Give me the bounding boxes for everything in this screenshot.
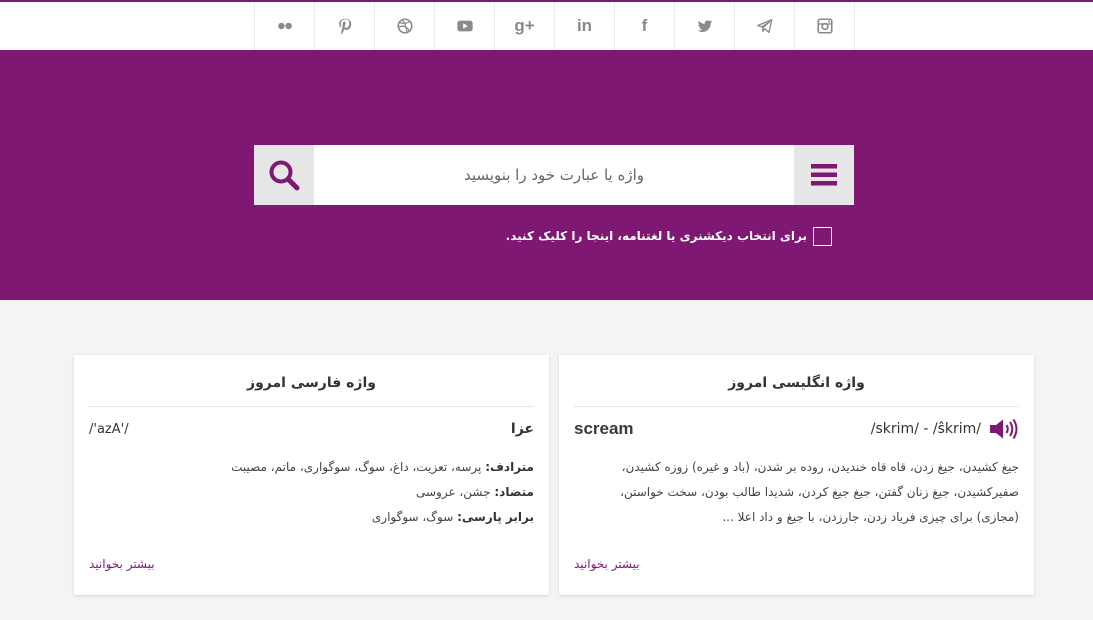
synonyms-label: مترادف:	[485, 460, 534, 474]
synonyms-row: مترادف: پرسه، تعزیت، داغ، سوگ، سوگواری، …	[89, 455, 534, 480]
hamburger-icon	[811, 164, 837, 186]
search-icon	[269, 160, 300, 191]
dictionary-checkbox[interactable]	[813, 226, 832, 246]
persian-word-card: واژه فارسی امروز /'azA'/ عزا مترادف: پرس…	[74, 355, 549, 595]
divider	[574, 406, 1019, 407]
dictionary-selector[interactable]: برای انتخاب دیکشنری یا لغتنامه، اینجا را…	[300, 225, 832, 247]
english-definition: جیغ کشیدن، جیغ زدن، قاه قاه خندیدن، روده…	[620, 460, 1019, 524]
facebook-icon[interactable]: f	[615, 2, 675, 50]
dribbble-icon[interactable]	[375, 2, 435, 50]
antonyms-row: متضاد: جشن، عروسی	[89, 480, 534, 505]
english-word-card: واژه انگلیسی امروز scream /skrim/ - /ŝkr…	[559, 355, 1034, 595]
parsi-row: برابر پارسی: سوگ، سوگواری	[89, 505, 534, 530]
persian-word-row: /'azA'/ عزا	[89, 417, 534, 441]
instagram-icon[interactable]	[795, 2, 855, 50]
parsi-label: برابر پارسی:	[457, 510, 534, 524]
english-word: scream	[574, 419, 634, 438]
pronunciation-group: /skrim/ - /ŝkrim/	[871, 418, 1019, 440]
parsi-value: سوگ، سوگواری	[371, 510, 458, 524]
telegram-icon[interactable]	[735, 2, 795, 50]
twitter-icon[interactable]	[675, 2, 735, 50]
english-pronunciation: /skrim/ - /ŝkrim/	[870, 421, 981, 437]
flickr-icon[interactable]	[255, 2, 315, 50]
persian-pronunciation: /'azA'/	[89, 421, 129, 437]
social-links: g+ in f	[254, 2, 855, 50]
english-read-more-link[interactable]: بیشتر بخوانید	[574, 557, 640, 571]
search-button[interactable]	[254, 145, 314, 205]
persian-word-title: واژه فارسی امروز	[247, 375, 376, 391]
divider	[89, 406, 534, 407]
linkedin-icon[interactable]: in	[555, 2, 615, 50]
dictionary-selector-label: برای انتخاب دیکشنری یا لغتنامه، اینجا را…	[505, 229, 807, 243]
dictionary-menu-button[interactable]	[794, 145, 854, 205]
pinterest-icon[interactable]	[315, 2, 375, 50]
search-bar	[254, 145, 854, 205]
speaker-icon[interactable]	[989, 418, 1019, 440]
antonyms-value: جشن، عروسی	[415, 485, 495, 499]
hero-banner: برای انتخاب دیکشنری یا لغتنامه، اینجا را…	[0, 50, 1093, 300]
google-plus-icon[interactable]: g+	[495, 2, 555, 50]
persian-definition: مترادف: پرسه، تعزیت، داغ، سوگ، سوگواری، …	[89, 455, 534, 530]
english-word-title: واژه انگلیسی امروز	[728, 375, 865, 391]
persian-read-more-link[interactable]: بیشتر بخوانید	[89, 557, 155, 571]
youtube-icon[interactable]	[435, 2, 495, 50]
top-bar: g+ in f	[0, 0, 1093, 50]
english-word-row: scream /skrim/ - /ŝkrim/	[574, 417, 1019, 441]
persian-word: عزا	[510, 421, 534, 437]
search-input[interactable]	[314, 145, 794, 205]
synonyms-value: پرسه، تعزیت، داغ، سوگ، سوگواری، ماتم، مص…	[231, 460, 486, 474]
antonyms-label: متضاد:	[494, 485, 534, 499]
